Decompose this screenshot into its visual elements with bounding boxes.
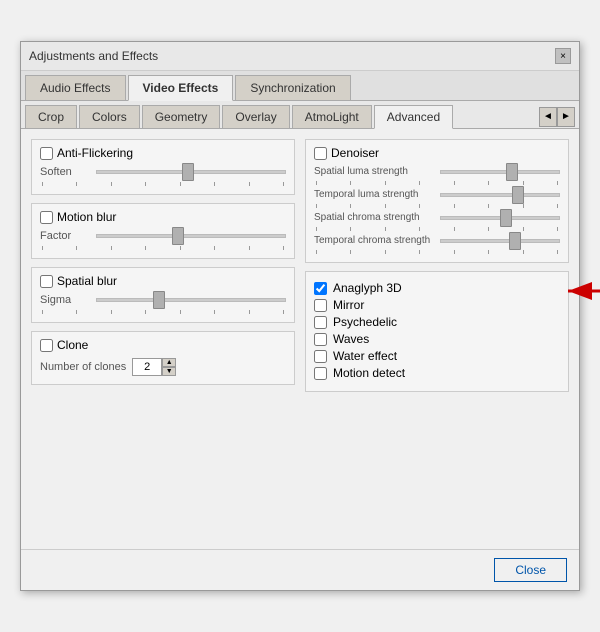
motion-blur-section: Motion blur Factor bbox=[31, 203, 295, 259]
tab-video-effects[interactable]: Video Effects bbox=[128, 75, 234, 101]
title-bar: Adjustments and Effects × bbox=[21, 42, 579, 71]
clone-count-row: Number of clones ▲ ▼ bbox=[40, 358, 286, 376]
spatial-blur-label: Spatial blur bbox=[40, 274, 286, 288]
tab-nav-arrows: ◄ ► bbox=[539, 107, 575, 127]
second-tab-bar: Crop Colors Geometry Overlay AtmoLight A… bbox=[21, 101, 579, 129]
tab-colors[interactable]: Colors bbox=[79, 105, 140, 128]
tab-audio-effects[interactable]: Audio Effects bbox=[25, 75, 126, 100]
temporal-luma-ticks bbox=[314, 204, 560, 208]
red-arrow-annotation bbox=[558, 271, 600, 311]
denoiser-section: Denoiser Spatial luma strength Temporal … bbox=[305, 139, 569, 263]
motion-blur-label: Motion blur bbox=[40, 210, 286, 224]
soften-slider[interactable] bbox=[96, 170, 286, 174]
tab-atmolight[interactable]: AtmoLight bbox=[292, 105, 372, 128]
anti-flickering-checkbox[interactable] bbox=[40, 147, 53, 160]
tab-crop[interactable]: Crop bbox=[25, 105, 77, 128]
tab-overlay[interactable]: Overlay bbox=[222, 105, 289, 128]
psychedelic-item: Psychedelic bbox=[314, 315, 560, 329]
clone-checkbox[interactable] bbox=[40, 339, 53, 352]
main-content: Anti-Flickering Soften Mo bbox=[21, 129, 579, 549]
temporal-chroma-row: Temporal chroma strength bbox=[314, 235, 560, 246]
sigma-slider-row: Sigma bbox=[40, 294, 286, 306]
clone-label: Clone bbox=[40, 338, 286, 352]
spatial-chroma-slider[interactable] bbox=[440, 216, 560, 220]
dialog-footer: Close bbox=[21, 549, 579, 590]
spatial-chroma-row: Spatial chroma strength bbox=[314, 212, 560, 223]
spatial-luma-label: Spatial luma strength bbox=[314, 166, 434, 177]
anaglyph-3d-item: Anaglyph 3D bbox=[314, 281, 560, 295]
water-effect-item: Water effect bbox=[314, 349, 560, 363]
effects-checkboxes-section: Anaglyph 3D Mirror bbox=[305, 271, 569, 392]
soften-slider-row: Soften bbox=[40, 166, 286, 178]
temporal-chroma-slider[interactable] bbox=[440, 239, 560, 243]
sigma-ticks bbox=[40, 310, 286, 314]
denoiser-label: Denoiser bbox=[314, 146, 560, 160]
soften-ticks bbox=[40, 182, 286, 186]
right-panel-wrapper: Denoiser Spatial luma strength Temporal … bbox=[305, 139, 569, 539]
temporal-luma-row: Temporal luma strength bbox=[314, 189, 560, 200]
top-tab-bar: Audio Effects Video Effects Synchronizat… bbox=[21, 71, 579, 101]
anti-flickering-section: Anti-Flickering Soften bbox=[31, 139, 295, 195]
spatial-luma-ticks bbox=[314, 181, 560, 185]
denoiser-checkbox[interactable] bbox=[314, 147, 327, 160]
factor-slider[interactable] bbox=[96, 234, 286, 238]
clone-section: Clone Number of clones ▲ ▼ bbox=[31, 331, 295, 385]
motion-blur-checkbox[interactable] bbox=[40, 211, 53, 224]
spatial-blur-section: Spatial blur Sigma bbox=[31, 267, 295, 323]
factor-label: Factor bbox=[40, 230, 90, 242]
factor-ticks bbox=[40, 246, 286, 250]
clone-spinbox-buttons: ▲ ▼ bbox=[162, 358, 176, 376]
tab-advanced[interactable]: Advanced bbox=[374, 105, 453, 129]
mirror-item: Mirror bbox=[314, 298, 560, 312]
close-button[interactable]: Close bbox=[494, 558, 567, 582]
psychedelic-checkbox[interactable] bbox=[314, 316, 327, 329]
factor-slider-row: Factor bbox=[40, 230, 286, 242]
temporal-luma-label: Temporal luma strength bbox=[314, 189, 434, 200]
tab-synchronization[interactable]: Synchronization bbox=[235, 75, 350, 100]
motion-detect-checkbox[interactable] bbox=[314, 367, 327, 380]
clone-increment-btn[interactable]: ▲ bbox=[162, 358, 176, 367]
clone-count-input[interactable] bbox=[132, 358, 162, 376]
waves-checkbox[interactable] bbox=[314, 333, 327, 346]
close-icon[interactable]: × bbox=[555, 48, 571, 64]
temporal-luma-slider[interactable] bbox=[440, 193, 560, 197]
tab-nav-prev[interactable]: ◄ bbox=[539, 107, 557, 127]
sigma-label: Sigma bbox=[40, 294, 90, 306]
temporal-chroma-ticks bbox=[314, 250, 560, 254]
clone-spinbox[interactable]: ▲ ▼ bbox=[132, 358, 176, 376]
soften-label: Soften bbox=[40, 166, 90, 178]
clone-decrement-btn[interactable]: ▼ bbox=[162, 367, 176, 376]
tab-nav-next[interactable]: ► bbox=[557, 107, 575, 127]
dialog: Adjustments and Effects × Audio Effects … bbox=[20, 41, 580, 591]
mirror-checkbox[interactable] bbox=[314, 299, 327, 312]
motion-detect-item: Motion detect bbox=[314, 366, 560, 380]
sigma-slider[interactable] bbox=[96, 298, 286, 302]
tab-geometry[interactable]: Geometry bbox=[142, 105, 221, 128]
dialog-title: Adjustments and Effects bbox=[29, 49, 158, 63]
spatial-blur-checkbox[interactable] bbox=[40, 275, 53, 288]
spatial-luma-slider[interactable] bbox=[440, 170, 560, 174]
anaglyph-3d-checkbox[interactable] bbox=[314, 282, 327, 295]
clone-count-label: Number of clones bbox=[40, 361, 126, 373]
spatial-chroma-ticks bbox=[314, 227, 560, 231]
spatial-luma-row: Spatial luma strength bbox=[314, 166, 560, 177]
anti-flickering-label: Anti-Flickering bbox=[40, 146, 286, 160]
water-effect-checkbox[interactable] bbox=[314, 350, 327, 363]
temporal-chroma-label: Temporal chroma strength bbox=[314, 235, 434, 246]
left-panel: Anti-Flickering Soften Mo bbox=[31, 139, 295, 539]
waves-item: Waves bbox=[314, 332, 560, 346]
spatial-chroma-label: Spatial chroma strength bbox=[314, 212, 434, 223]
